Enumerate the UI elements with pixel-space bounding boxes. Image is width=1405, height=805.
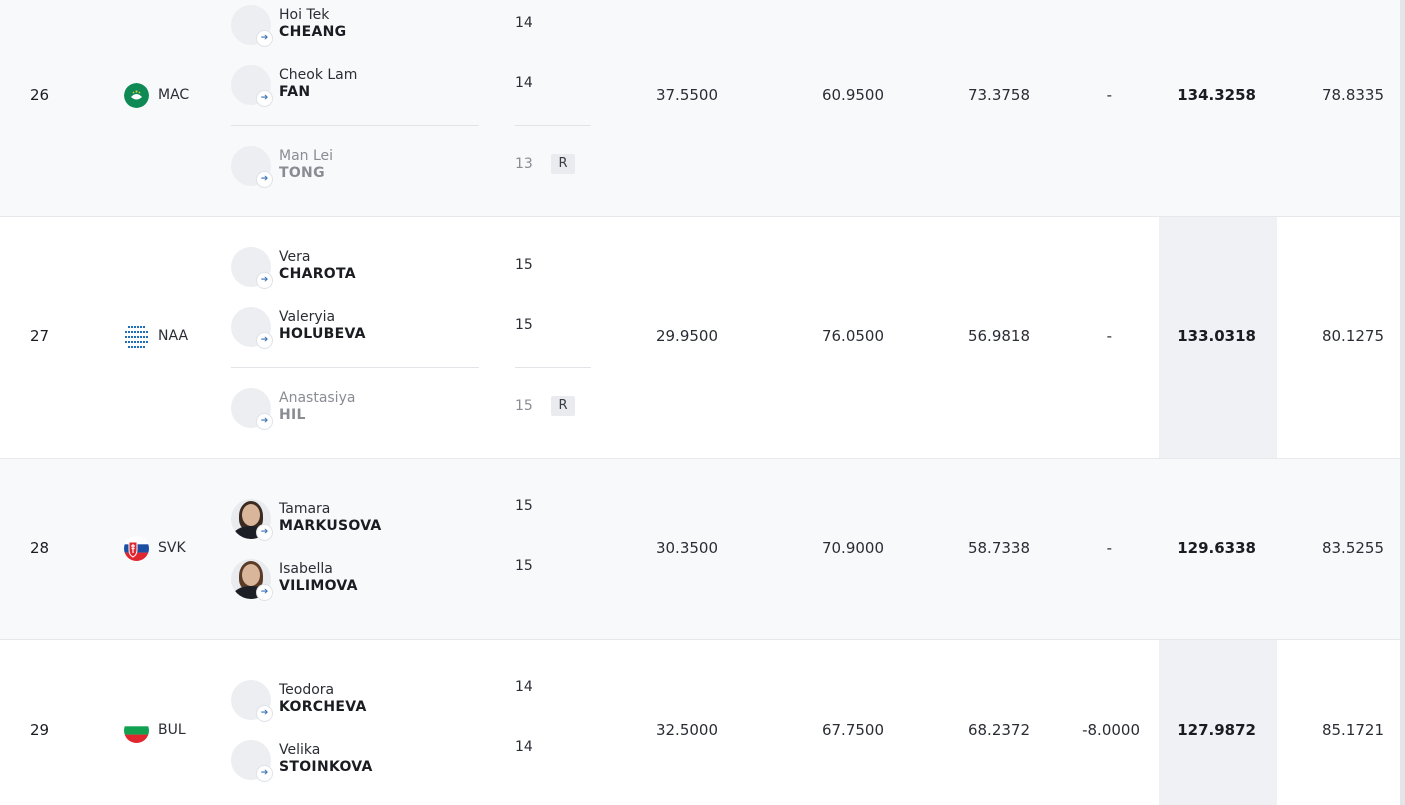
rank: 26: [30, 86, 50, 104]
given-name: Velika: [279, 742, 321, 758]
rank: 29: [30, 721, 50, 739]
given-name: Tamara: [279, 501, 331, 517]
noc-code: NAA: [158, 328, 189, 344]
athlete-link[interactable]: ➔ Valeryia HOLUBEVA: [231, 307, 491, 348]
reserve-divider: [231, 125, 479, 126]
family-name: KORCHEVA: [279, 699, 367, 715]
athlete-age: 14: [515, 75, 533, 91]
rank: 28: [30, 539, 50, 557]
penalty: -: [1106, 86, 1112, 104]
d-score: 37.5500: [655, 86, 718, 104]
arrow-right-icon: ➔: [257, 525, 272, 540]
total-score: 133.0318: [1177, 327, 1256, 345]
results-row: 28 SVK ➔ Tamara MARKUSOVA 15 ➔ Isabella …: [0, 459, 1401, 640]
artistry-score: 56.9818: [967, 327, 1030, 345]
e-score: 60.9500: [821, 86, 884, 104]
reserve-divider: [231, 367, 479, 368]
family-name: FAN: [279, 84, 311, 100]
athlete-link[interactable]: ➔ Cheok Lam FAN: [231, 65, 491, 106]
reserve-badge: R: [551, 396, 575, 416]
artistry-score: 73.3758: [967, 86, 1030, 104]
family-name: HIL: [279, 407, 306, 423]
athlete-age: 14: [515, 679, 533, 695]
family-name: CHEANG: [279, 24, 347, 40]
arrow-right-icon: ➔: [257, 91, 272, 106]
noc-code: BUL: [158, 722, 186, 738]
family-name: VILIMOVA: [279, 578, 358, 594]
arrow-right-icon: ➔: [257, 273, 272, 288]
artistry-score: 58.7338: [967, 539, 1030, 557]
e-score: 67.7500: [821, 721, 884, 739]
family-name: HOLUBEVA: [279, 326, 366, 342]
family-name: TONG: [279, 165, 325, 181]
d-score: 32.5000: [655, 721, 718, 739]
athlete-link[interactable]: ➔ Anastasiya HIL: [231, 388, 491, 429]
total-score: 127.9872: [1177, 721, 1256, 739]
given-name: Cheok Lam: [279, 67, 358, 83]
family-name: STOINKOVA: [279, 759, 373, 775]
reserve-badge: R: [551, 154, 575, 174]
family-name: CHAROTA: [279, 266, 356, 282]
athlete-link[interactable]: ➔ Velika STOINKOVA: [231, 740, 491, 781]
family-name: MARKUSOVA: [279, 518, 382, 534]
arrow-right-icon: ➔: [257, 172, 272, 187]
penalty: -: [1106, 539, 1112, 557]
athlete-age: 14: [515, 739, 533, 755]
arrow-right-icon: ➔: [257, 706, 272, 721]
flag-mac-icon: [124, 83, 149, 108]
last-score: 80.1275: [1321, 327, 1384, 345]
last-score: 78.8335: [1321, 86, 1384, 104]
artistry-score: 68.2372: [967, 721, 1030, 739]
results-row: 29 BUL ➔ Teodora KORCHEVA 14 ➔ Velika ST…: [0, 640, 1401, 805]
given-name: Isabella: [279, 561, 333, 577]
last-score: 83.5255: [1321, 539, 1384, 557]
given-name: Valeryia: [279, 309, 336, 325]
flag-naa-icon: [124, 324, 149, 349]
athlete-age: 15: [515, 317, 533, 333]
total-column-band: [1159, 0, 1277, 216]
penalty: -: [1106, 327, 1112, 345]
athlete-link[interactable]: ➔ Isabella VILIMOVA: [231, 559, 491, 600]
total-score: 134.3258: [1177, 86, 1256, 104]
penalty: -8.0000: [1082, 721, 1140, 739]
results-row: 26 MAC ➔ Hoi Tek CHEANG 14 ➔ Cheok Lam F…: [0, 0, 1401, 217]
athlete-age: 14: [515, 15, 533, 31]
rank: 27: [30, 327, 50, 345]
reserve-divider: [515, 367, 591, 368]
e-score: 76.0500: [821, 327, 884, 345]
athlete-link[interactable]: ➔ Tamara MARKUSOVA: [231, 499, 491, 540]
athlete-link[interactable]: ➔ Teodora KORCHEVA: [231, 680, 491, 721]
athlete-age: 15: [515, 558, 533, 574]
given-name: Vera: [279, 249, 311, 265]
athlete-link[interactable]: ➔ Hoi Tek CHEANG: [231, 5, 491, 46]
arrow-right-icon: ➔: [257, 585, 272, 600]
athlete-link[interactable]: ➔ Man Lei TONG: [231, 146, 491, 187]
d-score: 29.9500: [655, 327, 718, 345]
d-score: 30.3500: [655, 539, 718, 557]
athlete-age: 15: [515, 257, 533, 273]
arrow-right-icon: ➔: [257, 766, 272, 781]
athlete-age: 15: [515, 398, 533, 414]
athlete-age: 15: [515, 498, 533, 514]
total-score: 129.6338: [1177, 539, 1256, 557]
arrow-right-icon: ➔: [257, 414, 272, 429]
reserve-divider: [515, 125, 591, 126]
given-name: Anastasiya: [279, 390, 356, 406]
vertical-scrollbar[interactable]: [1400, 0, 1405, 805]
athlete-link[interactable]: ➔ Vera CHAROTA: [231, 247, 491, 288]
flag-svk-icon: [124, 536, 149, 561]
noc-code: SVK: [158, 540, 186, 556]
noc-code: MAC: [158, 87, 190, 103]
flag-bul-icon: [124, 718, 149, 743]
arrow-right-icon: ➔: [257, 333, 272, 348]
athlete-age: 13: [515, 156, 533, 172]
e-score: 70.9000: [821, 539, 884, 557]
given-name: Man Lei: [279, 148, 334, 164]
given-name: Hoi Tek: [279, 7, 330, 23]
arrow-right-icon: ➔: [257, 31, 272, 46]
last-score: 85.1721: [1321, 721, 1384, 739]
given-name: Teodora: [279, 682, 335, 698]
results-row: 27 NAA ➔ Vera CHAROTA 15 ➔ Valeryia HOLU…: [0, 217, 1401, 459]
